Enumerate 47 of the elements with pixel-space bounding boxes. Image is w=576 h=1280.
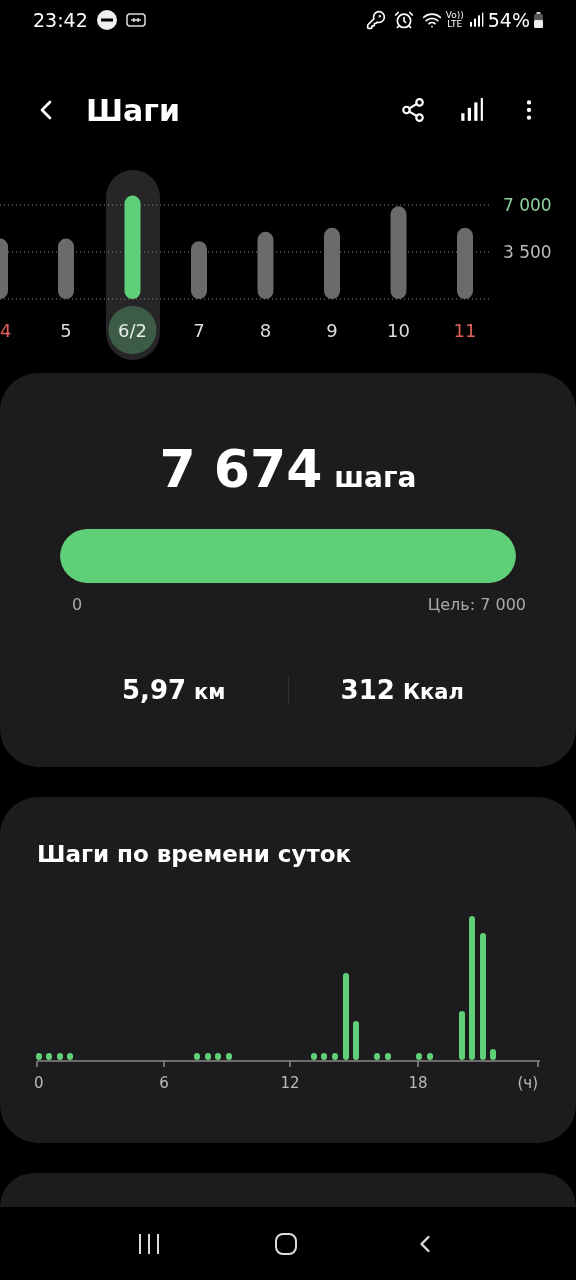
distance-value: 5,97 [121, 674, 187, 707]
day-label[interactable]: 6/2 [118, 320, 147, 341]
axis-label: 6 [159, 1072, 169, 1094]
step-count: 7 674 [159, 443, 323, 495]
wifi-icon [421, 10, 442, 30]
day-bar[interactable] [0, 238, 8, 299]
calories-value: 312 [340, 674, 395, 707]
day-label[interactable]: 5 [60, 320, 72, 341]
day-bar[interactable] [457, 227, 473, 299]
page-title: Шаги [86, 91, 180, 130]
day-label[interactable]: 7 [193, 320, 205, 341]
goal-label: Цель: 7 000 [427, 594, 526, 616]
day-bar[interactable] [257, 231, 274, 299]
axis-label: 12 [280, 1072, 300, 1094]
axis-label: 18 [408, 1072, 428, 1094]
day-label[interactable]: 8 [259, 320, 272, 341]
selected-day-circle [108, 306, 157, 354]
battery-level: 54% [487, 7, 530, 33]
alarm-icon [393, 10, 414, 30]
home-icon[interactable] [274, 1231, 298, 1256]
day-bar[interactable] [324, 227, 340, 299]
share-icon[interactable] [400, 97, 426, 123]
key-icon [365, 10, 386, 30]
calories-unit: Ккал [402, 679, 464, 706]
do-not-disturb-icon [95, 9, 118, 31]
card-title: Шаги по времени суток [36, 840, 353, 869]
day-label[interactable]: 10 [387, 320, 410, 341]
day-bar[interactable] [191, 241, 207, 299]
day-label[interactable]: 11 [453, 320, 477, 341]
statistics-icon [458, 97, 484, 123]
day-bar[interactable] [58, 238, 74, 299]
step-unit: шага [334, 460, 417, 496]
recent-apps-icon[interactable] [136, 1232, 161, 1255]
link-icon [125, 13, 146, 27]
axis-tick-label: 3 500 [503, 242, 552, 262]
axis-tick-label: 7 000 [503, 195, 552, 215]
day-label[interactable]: 9 [326, 320, 338, 341]
day-bar[interactable] [390, 206, 407, 299]
clock: 23:42 [33, 7, 88, 33]
day-label[interactable]: 4 [0, 320, 12, 341]
axis-label: (ч) [517, 1072, 538, 1094]
signal-icon [467, 12, 484, 28]
battery-icon [534, 12, 543, 28]
progress-start-label: 0 [72, 594, 83, 616]
network-label: Vo)) LTE [445, 11, 464, 29]
axis-label: 0 [34, 1072, 44, 1094]
distance-unit: км [194, 679, 226, 706]
